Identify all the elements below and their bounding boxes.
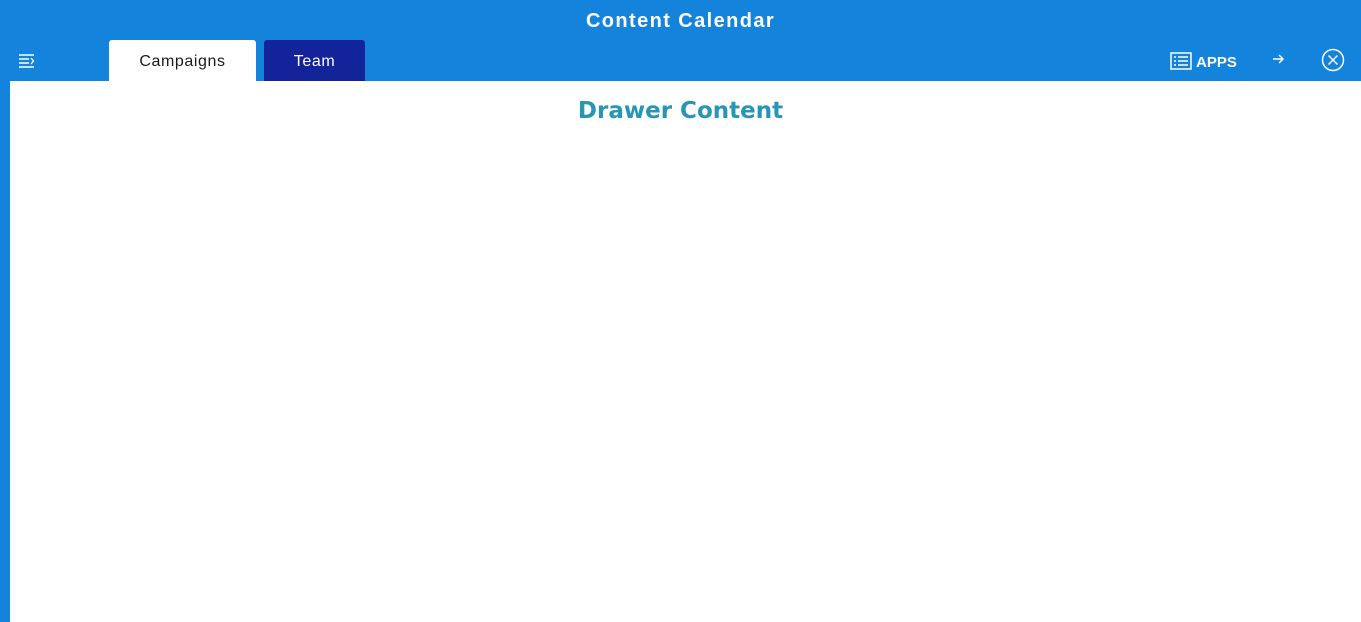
apps-button[interactable]: APPS — [1170, 48, 1237, 74]
close-circle-icon — [1321, 48, 1344, 71]
menu-collapse-icon — [19, 54, 35, 68]
list-icon — [1170, 52, 1192, 70]
tab-campaigns[interactable]: Campaigns — [109, 40, 256, 81]
app-title: Content Calendar — [585, 10, 776, 32]
close-button[interactable] — [1320, 47, 1345, 72]
drawer-title: Drawer Content — [577, 98, 784, 124]
menu-toggle-button[interactable] — [16, 50, 38, 70]
arrow-right-icon — [1273, 54, 1285, 64]
drawer-panel: Drawer Content — [10, 81, 1361, 622]
tab-team[interactable]: Team — [264, 40, 365, 81]
apps-label: APPS — [1196, 54, 1237, 71]
forward-button[interactable] — [1269, 50, 1287, 68]
